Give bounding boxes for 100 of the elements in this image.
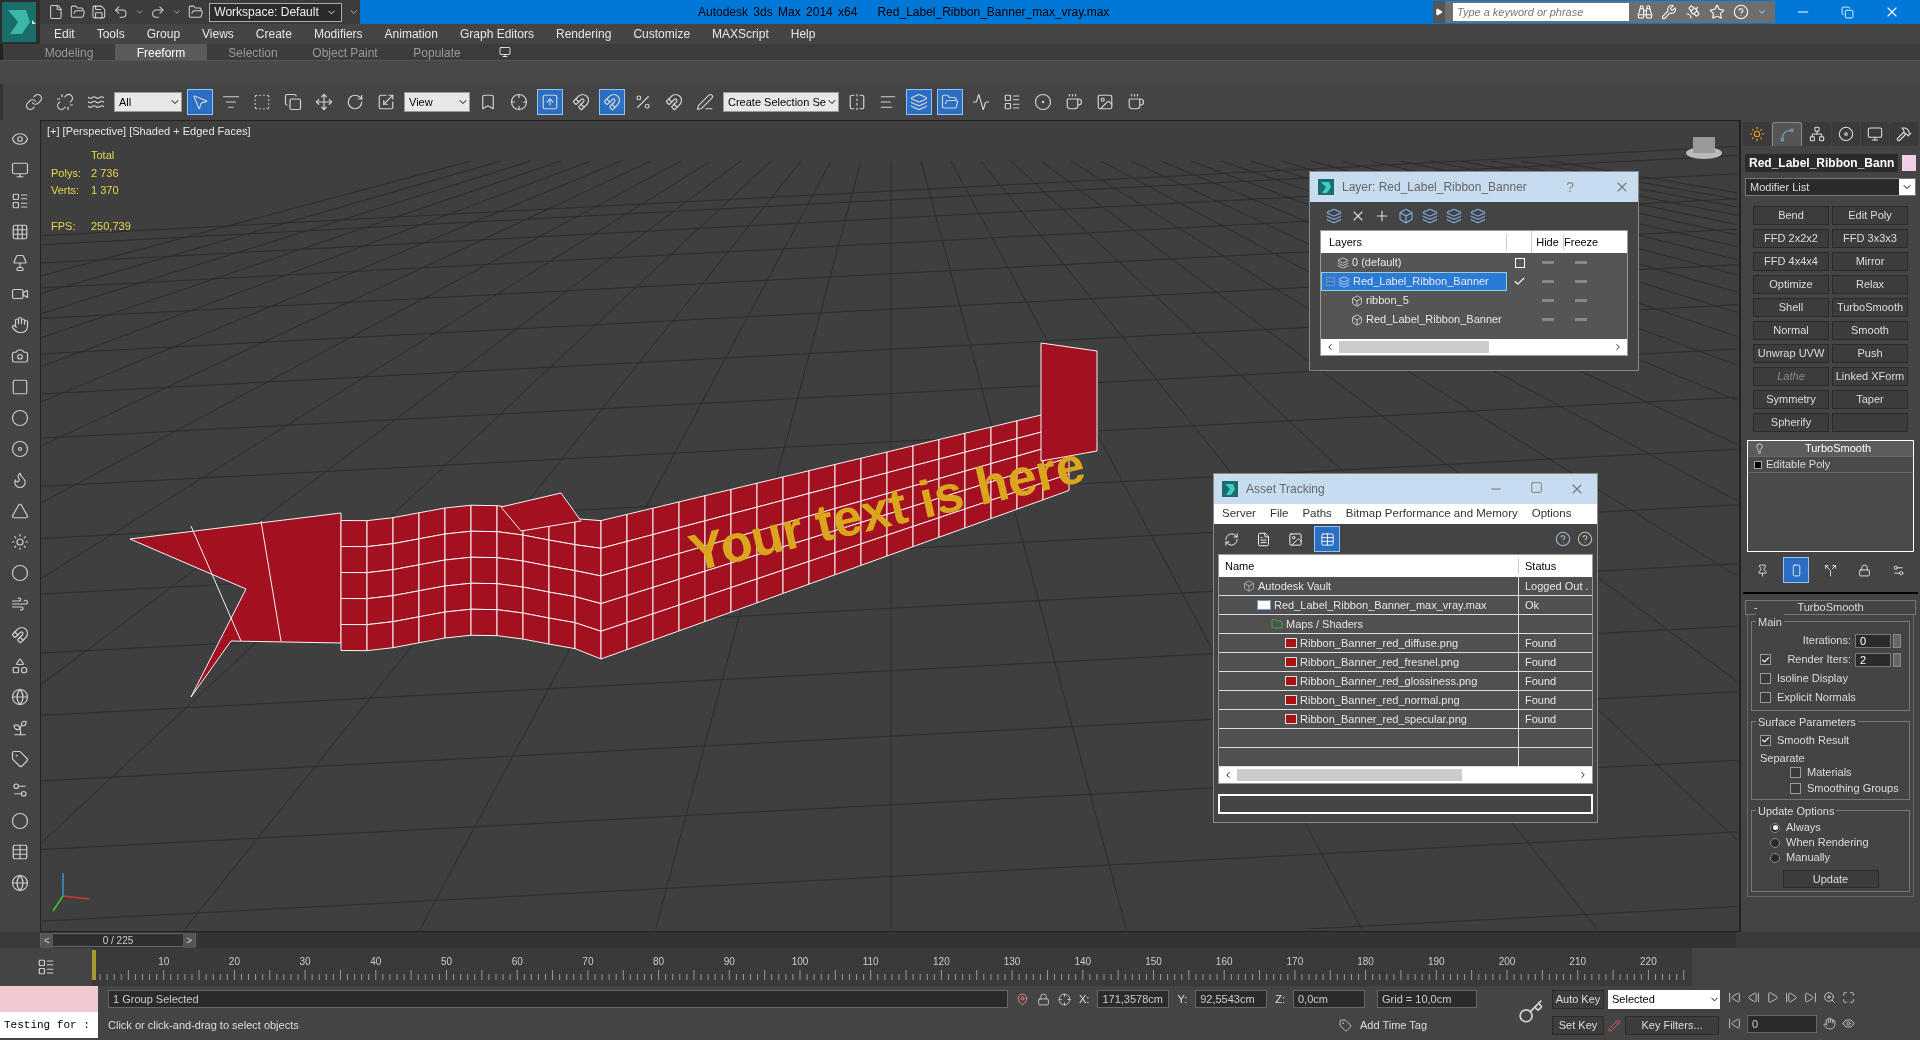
layer-row[interactable]: 0 (default) [1321,253,1507,272]
modifier-button[interactable]: Normal [1753,321,1829,340]
ribbon-tab[interactable]: Modeling [23,44,115,60]
modifier-button[interactable]: FFD 4x4x4 [1753,252,1829,271]
section-label: Separate [1760,752,1805,764]
stack-item[interactable]: Editable Poly [1748,457,1913,473]
modifier-button[interactable]: Push [1832,344,1908,363]
stat-label: Verts: [51,183,81,198]
asset-name[interactable]: Ribbon_Banner_red_specular.png [1300,710,1467,728]
key-filters-button[interactable]: Key Filters... [1625,1015,1719,1035]
frame-label: 150 [1145,955,1162,969]
modifier-button[interactable]: Bend [1753,206,1829,225]
frame-field[interactable]: 0 [1747,1014,1817,1033]
prompt-text: Click or click-and-drag to select objects [108,1018,300,1034]
modifier-button[interactable]: FFD 3x3x3 [1832,229,1908,248]
auto-key-button[interactable]: Auto Key [1552,989,1604,1009]
object-name-field[interactable]: Red_Label_Ribbon_Bann [1745,154,1898,172]
search-field[interactable]: Type a keyword or phrase [1453,3,1629,21]
menu-item[interactable]: Help [790,25,816,43]
asset-name[interactable]: Autodesk Vault [1258,577,1332,595]
menu-item[interactable]: Server [1222,505,1256,523]
layer-name: Red_Label_Ribbon_Banner [1353,274,1489,290]
set-key-button[interactable]: Set Key [1552,1015,1604,1035]
layer-row[interactable]: Red_Label_Ribbon_Banner [1321,272,1507,291]
frame-label: 90 [723,955,735,969]
ribbon-tab[interactable]: Freeform [115,44,207,60]
menu-item[interactable]: Rendering [556,25,612,43]
menu-item[interactable]: MAXScript [712,25,769,43]
modifier-list-dropdown[interactable]: Modifier List [1745,178,1916,196]
frame-label: 190 [1427,955,1445,969]
asset-status: Found [1524,635,1558,651]
menu-item[interactable]: Paths [1302,505,1332,523]
asset-name[interactable]: Ribbon_Banner_red_glossiness.png [1300,672,1478,690]
modifier-button[interactable]: Symmetry [1753,390,1829,409]
modifier-button[interactable]: Optimize [1753,275,1829,294]
checkbox-label: Render Iters: [1786,652,1851,668]
asset-name[interactable]: Red_Label_Ribbon_Banner_max_vray.max [1274,596,1487,614]
dropdown[interactable]: All [114,92,182,112]
modifier-button[interactable]: Taper [1832,390,1908,409]
layer-row[interactable]: ribbon_5 [1321,291,1507,310]
column-header[interactable]: Name [1219,557,1519,575]
rollout-header[interactable]: - TurboSmooth [1745,600,1916,615]
coordinate-field[interactable]: 171,3578cm [1097,990,1170,1009]
menu-item[interactable]: Graph Editors [459,25,534,43]
menu-item[interactable]: Create [255,25,292,43]
key-mode-dropdown[interactable]: Selected [1608,989,1720,1009]
coordinate-axis-label: Y: [1177,992,1188,1008]
modifier-button[interactable]: Edit Poly [1832,206,1908,225]
modifier-button[interactable]: Shell [1753,298,1829,317]
menu-item[interactable]: Views [202,25,234,43]
column-header[interactable]: Status [1519,557,1592,575]
asset-status: Found [1524,711,1558,727]
slider-prev-button[interactable]: < [41,932,53,948]
dialog-title: Asset Tracking [1246,481,1325,498]
column-header[interactable]: Layers [1321,233,1507,251]
time-slider[interactable]: < 0 / 225 > [40,933,196,947]
workspace-dropdown[interactable]: Workspace: Default [209,2,343,22]
modifier-button[interactable]: FFD 2x2x2 [1753,229,1829,248]
modifier-button[interactable]: Spherify [1753,413,1829,432]
spinner-field[interactable]: 0 [1855,633,1891,648]
modifier-button[interactable]: Mirror [1832,252,1908,271]
asset-name[interactable]: Maps / Shaders [1286,615,1364,633]
modifier-button[interactable]: Unwrap UVW [1753,344,1829,363]
dropdown[interactable]: Create Selection Se [723,92,839,112]
modifier-button[interactable]: Linked XForm [1832,367,1908,386]
coordinate-field[interactable]: 92,5543cm [1195,990,1268,1009]
layer-row[interactable]: Red_Label_Ribbon_Banner [1321,310,1507,329]
menu-item[interactable]: Modifiers [313,25,363,43]
radio-label: Always [1786,820,1821,836]
menu-item[interactable]: Tools [96,25,125,43]
stack-item[interactable]: TurboSmooth [1748,441,1913,457]
menu-item[interactable]: Edit [54,25,75,43]
dropdown[interactable]: View [404,92,470,112]
asset-name[interactable]: Ribbon_Banner_red_normal.png [1300,691,1460,709]
menu-item[interactable]: File [1269,505,1289,523]
viewport-label[interactable]: [+] [Perspective] [Shaded + Edged Faces] [47,123,251,140]
column-header[interactable]: Hide [1532,233,1564,251]
menu-item[interactable]: Options [1531,505,1572,523]
ribbon-tab[interactable]: Selection [207,44,299,60]
update-button[interactable]: Update [1782,869,1879,888]
modifier-button[interactable]: TurboSmooth [1832,298,1908,317]
menu-item[interactable]: Animation [384,25,438,43]
ribbon-tab[interactable]: Populate [391,44,483,60]
checkbox-label: Smooth Result [1777,732,1850,748]
column-header[interactable]: Freeze [1564,233,1597,251]
add-time-tag-link[interactable]: Add Time Tag [1360,1017,1428,1034]
menu-item[interactable]: Group [146,25,181,43]
menu-item[interactable]: Customize [633,25,691,43]
asset-name[interactable]: Ribbon_Banner_red_fresnel.png [1300,653,1459,671]
slider-next-button[interactable]: > [183,932,195,948]
modifier-button[interactable]: Smooth [1832,321,1908,340]
modifier-button[interactable]: Relax [1832,275,1908,294]
ribbon-tab[interactable]: Object Paint [299,44,391,60]
coordinate-field[interactable]: 0,0cm [1293,990,1365,1009]
menu-item[interactable]: Bitmap Performance and Memory [1345,505,1518,523]
spinner-field[interactable]: 2 [1855,652,1891,667]
checkbox-label: Materials [1807,765,1852,781]
frame-label: 120 [933,955,950,969]
listener-input-field[interactable]: Testing for : [0,1012,98,1038]
asset-name[interactable]: Ribbon_Banner_red_diffuse.png [1300,634,1459,652]
